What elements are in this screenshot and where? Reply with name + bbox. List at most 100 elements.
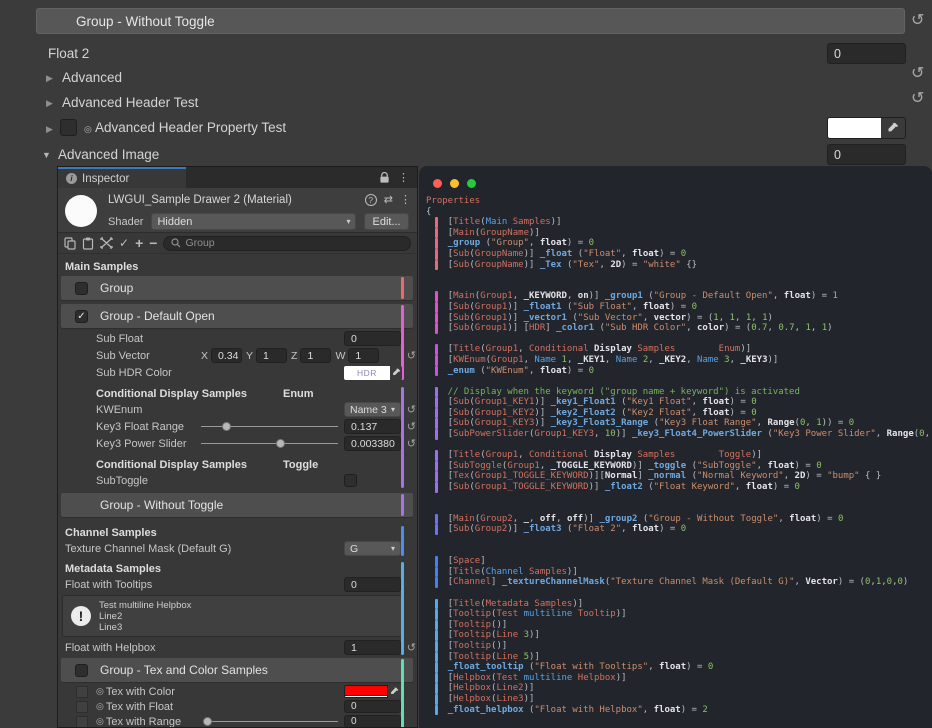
group-without-toggle-header-label: Group - Without Toggle [76, 14, 215, 29]
advanced-header-test-foldout[interactable]: Advanced Header Test [62, 95, 198, 110]
color-field[interactable] [827, 117, 906, 139]
foldout-arrow-icon[interactable]: ▶ [46, 98, 53, 109]
material-header: LWGUI_Sample Drawer 2 (Material) ? ⇄ ⋮ S… [58, 188, 417, 233]
key3-float-range-slider[interactable] [201, 418, 338, 435]
key3-power-slider-input[interactable]: 0.003380 [344, 436, 401, 451]
float-with-tooltips-input[interactable]: 0 [344, 577, 401, 592]
tex-color-swatch[interactable] [344, 685, 388, 698]
hdr-color-swatch[interactable]: HDR [344, 366, 390, 380]
check-icon[interactable]: ✓ [119, 236, 129, 250]
foldout-arrow-icon[interactable]: ▶ [46, 73, 53, 84]
object-circle-icon: ◎ [84, 124, 92, 135]
accent-bar [401, 277, 404, 299]
float2-input[interactable]: 0 [827, 43, 906, 64]
preset-icon[interactable]: ⇄ [384, 193, 393, 206]
subtoggle-checkbox[interactable] [344, 474, 357, 487]
section-group: Group [58, 276, 417, 300]
group-default-open-header[interactable]: ✓ Group - Default Open [61, 304, 413, 328]
paste-icon[interactable] [82, 237, 94, 250]
advanced-header-property-checkbox[interactable] [60, 119, 77, 136]
sub-hdr-color-row: Sub HDR Color HDR [58, 364, 417, 381]
group-without-toggle-bar[interactable]: Group - Without Toggle [61, 493, 413, 517]
advanced-image-foldout[interactable]: Advanced Image [58, 147, 159, 162]
section-metadata: Metadata Samples Float with Tooltips 0 !… [58, 561, 417, 656]
revert-icon[interactable]: ↺ [407, 349, 416, 362]
revert-icon[interactable]: ↺ [911, 13, 924, 29]
group-without-toggle-header[interactable]: Group - Without Toggle [36, 8, 905, 34]
section-conditional-enum-toggle: Conditional Display Samples Enum KWEnum … [58, 386, 417, 489]
edit-shader-button[interactable]: Edit... [364, 213, 408, 230]
revert-icon[interactable]: ↺ [407, 420, 416, 433]
texture-channel-mask-dropdown[interactable]: G▾ [344, 541, 401, 556]
vector-x-input[interactable]: 0.34 [211, 348, 242, 363]
revert-icon[interactable]: ↺ [407, 641, 416, 654]
shader-source-code[interactable]: Properties{ [Title(Main Samples)] [Main(… [426, 196, 932, 728]
object-circle-icon: ◎ [96, 686, 104, 697]
material-title: LWGUI_Sample Drawer 2 (Material) [108, 194, 292, 206]
slider-thumb[interactable] [203, 717, 212, 726]
material-preview-sphere[interactable] [65, 195, 97, 227]
collapse-icon[interactable] [100, 237, 113, 249]
group-tex-color-checkbox[interactable] [75, 664, 88, 677]
eyedropper-button[interactable] [390, 366, 402, 380]
advanced-header-property-test-label[interactable]: Advanced Header Property Test [95, 120, 286, 135]
chevron-down-icon: ▾ [391, 405, 395, 414]
kwenum-dropdown[interactable]: Name 3▾ [344, 402, 401, 417]
vector-w-input[interactable]: 1 [348, 348, 379, 363]
revert-icon[interactable]: ↺ [911, 91, 924, 107]
tex-with-float-input[interactable]: 0 [344, 700, 401, 713]
advanced-foldout[interactable]: Advanced [62, 70, 122, 85]
revert-icon[interactable]: ↺ [407, 437, 416, 450]
group-default-open-checkbox[interactable]: ✓ [75, 310, 88, 323]
copy-icon[interactable] [64, 237, 76, 250]
sub-float-input[interactable]: 0 [344, 331, 401, 346]
float-with-helpbox-input[interactable]: 1 [344, 640, 401, 655]
color-swatch-white[interactable] [828, 118, 881, 138]
kebab-menu-icon[interactable]: ⋮ [400, 193, 411, 206]
close-icon[interactable] [433, 179, 442, 188]
inspector-tabbar: i Inspector ⋮ [58, 167, 417, 188]
inspector-body: Main Samples Group ✓ Group - Default Ope… [58, 254, 417, 728]
group-header[interactable]: Group [61, 276, 413, 300]
group-checkbox[interactable] [75, 282, 88, 295]
tex-with-range-slider[interactable] [203, 714, 338, 728]
key3-float-range-input[interactable]: 0.137 [344, 419, 401, 434]
eyedropper-button[interactable] [388, 685, 401, 698]
texture-slot[interactable] [76, 716, 88, 728]
info-icon: i [66, 173, 77, 184]
eyedropper-button[interactable] [881, 118, 905, 138]
tex-with-range-row: ◎ Tex with Range 0 [58, 714, 417, 728]
kwenum-row: KWEnum Name 3▾ ↺ [58, 401, 417, 418]
plus-icon[interactable]: + [135, 235, 143, 251]
texture-slot[interactable] [76, 701, 88, 713]
section-default-open: ✓ Group - Default Open Sub Float 0 Sub V… [58, 304, 417, 381]
texture-slot[interactable] [76, 686, 88, 698]
slider-thumb[interactable] [276, 439, 285, 448]
maximize-icon[interactable] [467, 179, 476, 188]
minus-icon[interactable]: − [149, 235, 157, 251]
vector-z-input[interactable]: 1 [300, 348, 331, 363]
key3-power-slider[interactable] [201, 435, 338, 452]
foldout-open-arrow-icon[interactable]: ▼ [42, 150, 51, 160]
channel-samples-header: Channel Samples [58, 525, 417, 540]
lock-icon[interactable] [379, 172, 390, 184]
float-with-tooltips-row: Float with Tooltips 0 [58, 576, 417, 593]
vector-y-input[interactable]: 1 [256, 348, 287, 363]
revert-icon[interactable]: ↺ [407, 403, 416, 416]
slider-thumb[interactable] [222, 422, 231, 431]
section-tex-color: Group - Tex and Color Samples ◎ Tex with… [58, 658, 417, 728]
eyedropper-icon [390, 687, 399, 696]
minimize-icon[interactable] [450, 179, 459, 188]
shader-dropdown[interactable]: Hidden ▾ [151, 213, 356, 230]
help-icon[interactable]: ? [365, 194, 377, 206]
revert-icon[interactable]: ↺ [911, 66, 924, 82]
group-tex-color-header[interactable]: Group - Tex and Color Samples [61, 658, 413, 682]
section-channel: Channel Samples Texture Channel Mask (De… [58, 525, 417, 557]
tab-inspector[interactable]: i Inspector [58, 167, 186, 188]
advanced-image-input[interactable]: 0 [827, 144, 906, 165]
search-input[interactable]: Group [163, 236, 411, 251]
tex-with-range-input[interactable]: 0 [344, 715, 401, 728]
chevron-down-icon: ▾ [391, 544, 395, 553]
foldout-arrow-icon[interactable]: ▶ [46, 124, 53, 135]
kebab-menu-icon[interactable]: ⋮ [398, 171, 409, 184]
